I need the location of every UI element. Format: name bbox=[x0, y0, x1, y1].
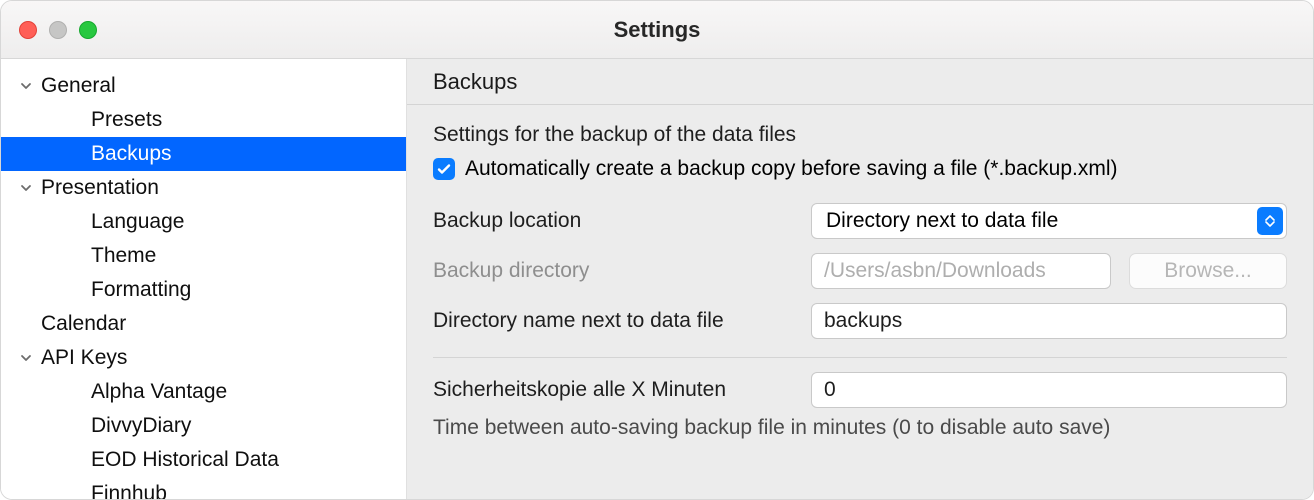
sidebar-item-presets[interactable]: Presets bbox=[1, 103, 406, 137]
interval-label: Sicherheitskopie alle X Minuten bbox=[433, 378, 793, 402]
chevron-down-icon[interactable] bbox=[19, 181, 33, 195]
sidebar-item-finnhub[interactable]: Finnhub bbox=[1, 477, 406, 499]
window-controls bbox=[19, 21, 97, 39]
sidebar-item-label: EOD Historical Data bbox=[91, 448, 279, 472]
browse-button-label: Browse... bbox=[1164, 259, 1252, 283]
sidebar-item-alpha-vantage[interactable]: Alpha Vantage bbox=[1, 375, 406, 409]
sidebar-item-label: Presets bbox=[91, 108, 162, 132]
backup-directory-input[interactable]: /Users/asbn/Downloads bbox=[811, 253, 1111, 289]
auto-backup-label: Automatically create a backup copy befor… bbox=[465, 157, 1118, 181]
titlebar: Settings bbox=[1, 1, 1313, 59]
next-to-label: Directory name next to data file bbox=[433, 309, 793, 333]
select-stepper-icon bbox=[1257, 207, 1283, 235]
window-title: Settings bbox=[1, 17, 1313, 43]
backup-location-select[interactable]: Directory next to data file bbox=[811, 203, 1287, 239]
auto-backup-row[interactable]: Automatically create a backup copy befor… bbox=[433, 157, 1287, 181]
sidebar-item-label: General bbox=[41, 74, 116, 98]
minimize-icon[interactable] bbox=[49, 21, 67, 39]
auto-backup-checkbox[interactable] bbox=[433, 158, 455, 180]
sidebar-item-label: Alpha Vantage bbox=[91, 380, 227, 404]
sidebar-item-formatting[interactable]: Formatting bbox=[1, 273, 406, 307]
backup-location-label: Backup location bbox=[433, 209, 793, 233]
sidebar-item-language[interactable]: Language bbox=[1, 205, 406, 239]
window-body: General Presets Backups Presentation Languag… bbox=[1, 59, 1313, 499]
sidebar-item-label: Language bbox=[91, 210, 184, 234]
backup-directory-label: Backup directory bbox=[433, 259, 793, 283]
chevron-down-icon[interactable] bbox=[19, 79, 33, 93]
sidebar-item-eod-historical-data[interactable]: EOD Historical Data bbox=[1, 443, 406, 477]
next-to-value: backups bbox=[824, 309, 902, 333]
sidebar-item-theme[interactable]: Theme bbox=[1, 239, 406, 273]
sidebar-item-presentation[interactable]: Presentation bbox=[1, 171, 406, 205]
settings-panel: Backups Settings for the backup of the d… bbox=[407, 59, 1313, 499]
maximize-icon[interactable] bbox=[79, 21, 97, 39]
sidebar-item-label: API Keys bbox=[41, 346, 127, 370]
sidebar-item-label: Calendar bbox=[41, 312, 126, 336]
interval-row: Sicherheitskopie alle X Minuten 0 bbox=[433, 372, 1287, 408]
chevron-down-icon[interactable] bbox=[19, 351, 33, 365]
sidebar: General Presets Backups Presentation Languag… bbox=[1, 59, 407, 499]
settings-window: Settings General Presets Backups Presentati… bbox=[0, 0, 1314, 500]
sidebar-item-label: Formatting bbox=[91, 278, 191, 302]
sidebar-item-label: Backups bbox=[91, 142, 172, 166]
backup-directory-row: Backup directory /Users/asbn/Downloads B… bbox=[433, 253, 1287, 289]
sidebar-item-label: Presentation bbox=[41, 176, 159, 200]
backup-location-value: Directory next to data file bbox=[826, 209, 1058, 233]
location-group: Backup location Directory next to data f… bbox=[433, 203, 1287, 358]
close-icon[interactable] bbox=[19, 21, 37, 39]
panel-description: Settings for the backup of the data file… bbox=[433, 123, 1287, 147]
next-to-input[interactable]: backups bbox=[811, 303, 1287, 339]
interval-hint: Time between auto-saving backup file in … bbox=[433, 416, 1287, 440]
sidebar-item-label: DivvyDiary bbox=[91, 414, 191, 438]
interval-value: 0 bbox=[824, 378, 836, 402]
sidebar-item-label: Finnhub bbox=[91, 482, 167, 499]
sidebar-item-calendar[interactable]: Calendar bbox=[1, 307, 406, 341]
panel-body: Settings for the backup of the data file… bbox=[407, 105, 1313, 440]
sidebar-item-general[interactable]: General bbox=[1, 69, 406, 103]
backup-location-row: Backup location Directory next to data f… bbox=[433, 203, 1287, 239]
sidebar-item-api-keys[interactable]: API Keys bbox=[1, 341, 406, 375]
sidebar-item-divvydiary[interactable]: DivvyDiary bbox=[1, 409, 406, 443]
sidebar-item-label: Theme bbox=[91, 244, 156, 268]
interval-input[interactable]: 0 bbox=[811, 372, 1287, 408]
next-to-row: Directory name next to data file backups bbox=[433, 303, 1287, 339]
backup-directory-placeholder: /Users/asbn/Downloads bbox=[824, 259, 1046, 283]
browse-button[interactable]: Browse... bbox=[1129, 253, 1287, 289]
sidebar-item-backups[interactable]: Backups bbox=[1, 137, 406, 171]
panel-header: Backups bbox=[407, 59, 1313, 105]
checkmark-icon bbox=[436, 161, 452, 177]
